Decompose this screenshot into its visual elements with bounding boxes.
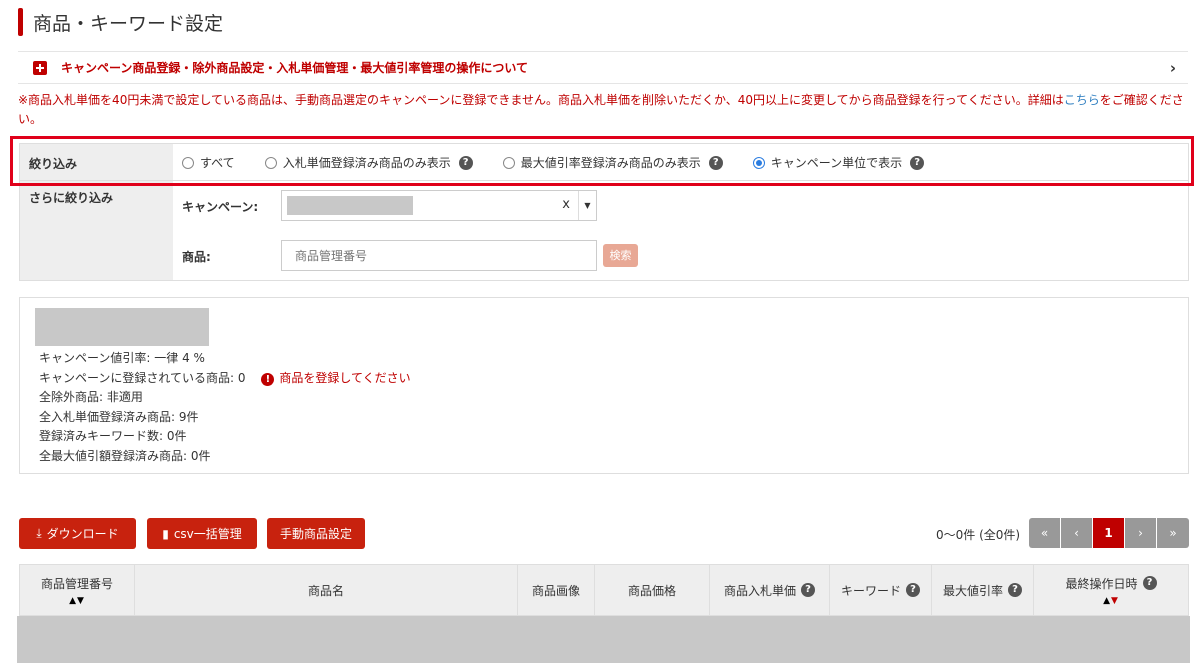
download-label: ダウンロード — [46, 527, 119, 541]
next-page-button[interactable]: › — [1125, 518, 1157, 548]
chevron-right-icon: › — [1169, 58, 1176, 77]
highlight-frame — [10, 136, 1194, 186]
column-label: 商品画像 — [531, 583, 580, 598]
column-max-discount: 最大値引率? — [932, 565, 1034, 615]
sort-icon[interactable]: ▲▼ — [1103, 596, 1119, 606]
column-product-name: 商品名 — [135, 565, 518, 615]
pagination: « ‹ 1 › » — [1029, 518, 1189, 548]
column-label: 最終操作日時 — [1065, 576, 1138, 591]
dropdown-arrow-icon[interactable]: ▼ — [578, 191, 596, 220]
product-table-body-redacted — [17, 616, 1190, 663]
column-label: 商品入札単価 — [723, 583, 796, 598]
manual-label: 手動商品設定 — [279, 527, 352, 541]
campaign-select[interactable]: x ▼ — [281, 190, 597, 221]
campaign-stats: キャンペーン値引率: 一律 4 % キャンペーンに登録されている商品: 0 ! 商… — [39, 349, 411, 466]
column-product-id[interactable]: 商品管理番号 ▲▼ — [20, 565, 135, 615]
download-button[interactable]: ⤓ ダウンロード — [19, 518, 136, 549]
column-product-image: 商品画像 — [518, 565, 595, 615]
help-icon[interactable]: ? — [1142, 576, 1157, 590]
last-page-button[interactable]: » — [1157, 518, 1189, 548]
download-icon: ⤓ — [36, 526, 42, 540]
column-keyword: キーワード? — [830, 565, 932, 615]
current-page-button[interactable]: 1 — [1093, 518, 1125, 548]
column-label: 最大値引率 — [942, 583, 1003, 598]
register-alert: ! 商品を登録してください — [261, 370, 411, 386]
first-page-button[interactable]: « — [1029, 518, 1061, 548]
registered-products: キャンペーンに登録されている商品: 0 — [39, 370, 246, 385]
campaign-info-box: キャンペーン値引率: 一律 4 % キャンペーンに登録されている商品: 0 ! 商… — [19, 297, 1189, 474]
column-label: 商品管理番号 — [40, 576, 113, 591]
manual-product-button[interactable]: 手動商品設定 — [267, 518, 365, 549]
help-icon[interactable]: ? — [1008, 583, 1022, 597]
warning-text: ※商品入札単価を40円未満で設定している商品は、手動商品選定のキャンペーンに登録… — [18, 93, 1064, 107]
column-bid: 商品入札単価? — [710, 565, 830, 615]
result-count: 0〜0件 (全0件) — [936, 528, 1021, 542]
campaign-title-redacted — [35, 308, 209, 346]
bid-warning: ※商品入札単価を40円未満で設定している商品は、手動商品選定のキャンペーンに登録… — [18, 91, 1190, 129]
bid-registered-products: 全入札単価登録済み商品: 9件 — [39, 409, 199, 424]
column-label: 商品名 — [307, 583, 344, 598]
file-icon: ▮ — [162, 526, 169, 541]
column-label: キーワード — [840, 583, 901, 598]
register-alert-text: 商品を登録してください — [279, 370, 411, 385]
registered-keywords: 登録済みキーワード数: 0件 — [39, 429, 187, 443]
registered-products-row: キャンペーンに登録されている商品: 0 ! 商品を登録してください — [39, 369, 411, 389]
page-title: 商品・キーワード設定 — [18, 6, 223, 38]
campaign-name-redacted — [287, 196, 413, 215]
column-last-operation[interactable]: 最終操作日時? ▲▼ — [1034, 565, 1188, 615]
campaign-label: キャンペーン: — [182, 200, 259, 214]
sort-icon[interactable]: ▲▼ — [69, 596, 85, 606]
alert-icon: ! — [261, 372, 275, 386]
help-icon[interactable]: ? — [906, 583, 920, 597]
details-link[interactable]: こちら — [1064, 93, 1100, 107]
discount-rate: キャンペーン値引率: 一律 4 % — [39, 351, 205, 365]
product-id-input[interactable] — [281, 240, 597, 271]
product-label: 商品: — [182, 250, 211, 264]
page-title-text: 商品・キーワード設定 — [33, 12, 224, 35]
column-label: 商品価格 — [627, 583, 676, 598]
operation-notice-accordion[interactable]: キャンペーン商品登録・除外商品設定・入札単価管理・最大値引率管理の操作について … — [18, 51, 1188, 84]
excluded-products: 全除外商品: 非適用 — [39, 390, 143, 404]
notice-text: キャンペーン商品登録・除外商品設定・入札単価管理・最大値引率管理の操作について — [61, 61, 529, 75]
search-button[interactable]: 検索 — [603, 244, 638, 267]
max-discount-products: 全最大値引額登録済み商品: 0件 — [39, 448, 211, 463]
csv-button[interactable]: ▮ csv一括管理 — [147, 518, 257, 549]
help-icon[interactable]: ? — [801, 583, 815, 597]
further-filter-label: さらに絞り込み — [29, 191, 114, 205]
prev-page-button[interactable]: ‹ — [1061, 518, 1093, 548]
title-accent-bar — [18, 8, 23, 36]
column-product-price: 商品価格 — [595, 565, 710, 615]
product-table-header: 商品管理番号 ▲▼ 商品名 商品画像 商品価格 商品入札単価? キーワード? 最… — [19, 564, 1189, 616]
plus-icon — [33, 60, 47, 75]
csv-label: csv一括管理 — [173, 527, 242, 541]
clear-icon[interactable]: x — [562, 197, 570, 212]
